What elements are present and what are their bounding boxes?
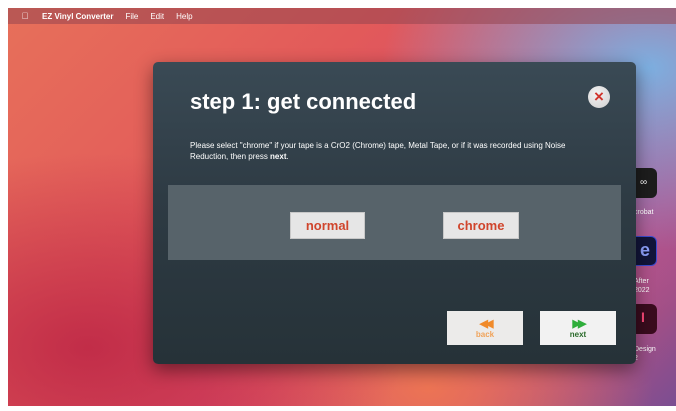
menu-file[interactable]: File <box>125 12 138 21</box>
menu-app-name[interactable]: EZ Vinyl Converter <box>42 12 113 21</box>
rewind-icon: ◀◀ <box>479 317 494 330</box>
fast-forward-icon: ▶▶ <box>572 317 587 330</box>
close-button[interactable]: × <box>588 86 610 108</box>
after-effects-app-label: After 2022 <box>634 278 650 294</box>
tape-type-panel: normal chrome <box>168 185 621 260</box>
back-label: back <box>475 329 495 339</box>
instructions-next-keyword: next <box>270 152 287 161</box>
desktop:  EZ Vinyl Converter File Edit Help ∞ cr… <box>8 8 676 406</box>
apple-logo-icon[interactable]:  <box>20 11 30 21</box>
next-label: next <box>569 329 587 339</box>
acrobat-app-label: crobat <box>634 209 654 216</box>
instructions-text: Please select "chrome" if your tape is a… <box>190 140 590 162</box>
menu-help[interactable]: Help <box>176 12 192 21</box>
next-button[interactable]: ▶▶ next <box>540 311 616 345</box>
normal-button[interactable]: normal <box>290 212 365 239</box>
back-button[interactable]: ◀◀ back <box>447 311 523 345</box>
close-icon: × <box>594 87 604 106</box>
menu-edit[interactable]: Edit <box>150 12 164 21</box>
instructions-end: . <box>286 152 289 161</box>
menu-bar:  EZ Vinyl Converter File Edit Help <box>8 8 676 24</box>
chrome-button[interactable]: chrome <box>443 212 519 239</box>
connect-dialog: step 1: get connected × Please select "c… <box>153 62 636 364</box>
instructions-main: Please select "chrome" if your tape is a… <box>190 141 566 161</box>
indesign-app-label: Design 2 <box>634 346 656 362</box>
dialog-title: step 1: get connected <box>190 89 417 114</box>
